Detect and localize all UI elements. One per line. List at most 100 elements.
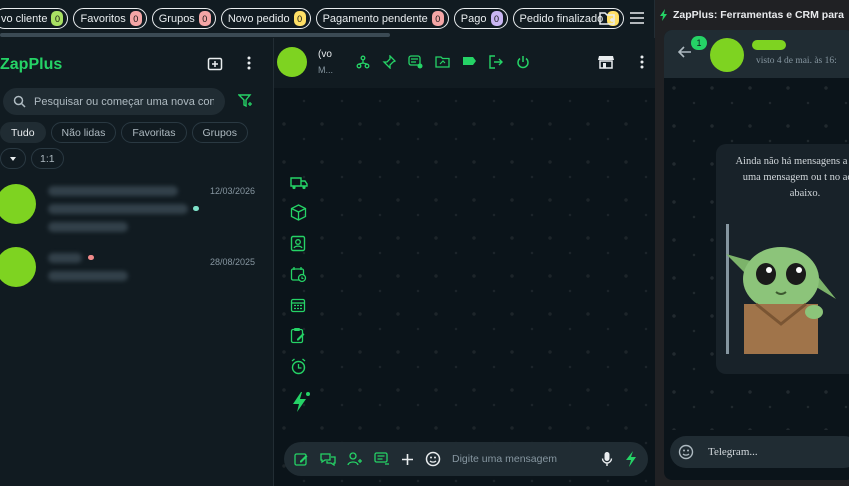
tag-count: 0 — [293, 11, 306, 26]
tag-label: Pagamento pendente — [322, 12, 428, 25]
filter-icon[interactable] — [238, 94, 253, 108]
chat-tag-redacted — [48, 222, 128, 232]
tag-list: vo cliente 0 Favoritos 0 Grupos 0 Novo pedi… — [0, 8, 625, 29]
sidebar-header: ZapPlus — [0, 46, 273, 86]
tag-pagamento-pendente[interactable]: Pagamento pendente 0 — [315, 8, 449, 29]
search-box[interactable] — [3, 88, 225, 115]
extension-title: ZapPlus: Ferramentas e CRM para — [673, 9, 844, 21]
brand-title: ZapPlus — [0, 56, 63, 73]
back-arrow-icon[interactable] — [678, 46, 692, 58]
edit-note-icon[interactable] — [294, 452, 309, 467]
chip-dropdown[interactable] — [0, 148, 26, 169]
label-icon[interactable] — [462, 55, 477, 69]
truck-icon[interactable] — [290, 176, 310, 190]
contact-card-icon[interactable] — [290, 235, 310, 252]
message-input[interactable] — [452, 453, 590, 465]
new-chat-icon[interactable] — [207, 56, 223, 72]
tag-grupos[interactable]: Grupos 0 — [151, 8, 216, 29]
chat-tag-dot — [88, 255, 94, 260]
chat-preview-redacted — [48, 204, 188, 214]
chip-favorites[interactable]: Favoritas — [121, 122, 187, 143]
chip-all[interactable]: Tudo — [0, 122, 46, 143]
message-composer — [284, 442, 648, 476]
plus-icon[interactable] — [401, 453, 414, 466]
chats-icon[interactable] — [320, 452, 336, 466]
more-options-icon[interactable] — [640, 55, 644, 69]
bolt-icon[interactable] — [624, 450, 638, 468]
tag-label: Pago — [460, 12, 487, 25]
funnel-icon[interactable] — [356, 55, 370, 69]
alarm-icon[interactable] — [290, 358, 310, 375]
wave-sticker[interactable] — [726, 224, 836, 354]
header-tools — [356, 55, 530, 69]
zapplus-bolt-icon — [659, 8, 669, 22]
microphone-icon[interactable] — [601, 451, 613, 467]
last-seen: visto 4 de mai. às 16: — [756, 56, 837, 66]
filter-chips: Tudo Não lidas Favoritas Grupos — [0, 122, 248, 143]
chat-date: 12/03/2026 — [209, 186, 255, 196]
chat-preview-redacted — [48, 271, 128, 281]
zapplus-bolt-icon[interactable] — [290, 391, 310, 413]
folder-share-icon[interactable] — [435, 55, 450, 69]
tag-count: 0 — [198, 11, 211, 26]
exit-icon[interactable] — [489, 55, 504, 69]
unread-badge: 1 — [691, 36, 707, 50]
quick-reply-icon[interactable] — [408, 55, 423, 69]
tagbar-actions — [599, 10, 645, 26]
chat-list-panel: ZapPlus Tudo Não lidas Favoritas Grupos … — [0, 38, 273, 486]
package-icon[interactable] — [290, 204, 310, 221]
tag-label: Grupos — [158, 12, 195, 25]
menu-icon[interactable] — [629, 11, 645, 25]
extension-chat-frame: 1 visto 4 de mai. às 16: Ainda não há me… — [664, 30, 849, 480]
avatar — [0, 184, 36, 224]
caret-down-icon — [10, 156, 16, 161]
contact-avatar[interactable] — [710, 38, 744, 72]
emoji-icon[interactable] — [678, 444, 694, 460]
tag-scrollbar[interactable] — [0, 33, 390, 37]
chat-wallpaper — [274, 38, 655, 486]
tag-novo-pedido[interactable]: Novo pedido 0 — [220, 8, 311, 29]
extension-message-input[interactable] — [708, 446, 828, 458]
conversation-header: (vo M... — [274, 38, 655, 88]
tag-label: Favoritos — [80, 12, 126, 25]
sticker-icon[interactable] — [425, 451, 441, 467]
contact-name[interactable]: (vo — [318, 49, 332, 60]
calendar-icon[interactable] — [290, 297, 310, 313]
search-icon — [13, 95, 26, 108]
chip-one-to-one[interactable]: 1:1 — [31, 148, 64, 169]
header-actions — [598, 55, 644, 69]
add-folder-icon[interactable] — [599, 10, 617, 26]
avatar — [0, 247, 36, 287]
side-toolbar — [290, 176, 310, 413]
tag-count: 0 — [51, 11, 64, 26]
contact-status: M... — [318, 65, 333, 75]
clipboard-edit-icon[interactable] — [290, 327, 310, 344]
tag-favoritos[interactable]: Favoritos 0 — [73, 8, 147, 29]
chat-item[interactable]: 12/03/2026 — [0, 184, 273, 246]
more-options-icon[interactable] — [247, 56, 251, 72]
tag-bar: vo cliente 0 Favoritos 0 Grupos 0 Novo pedi… — [0, 0, 655, 38]
store-icon[interactable] — [598, 55, 614, 69]
sort-chips: 1:1 — [0, 148, 64, 169]
tag-count: 0 — [129, 11, 142, 26]
tag-count: 0 — [490, 11, 503, 26]
sidebar-header-actions — [207, 56, 251, 72]
chat-date: 28/08/2025 — [209, 257, 255, 267]
chip-unread[interactable]: Não lidas — [50, 122, 117, 143]
empty-chat-message: Ainda não há mensagens a Envie uma mensa… — [735, 156, 849, 199]
contact-avatar[interactable] — [277, 47, 307, 77]
chat-name-redacted — [48, 253, 82, 263]
tag-label: Novo pedido — [227, 12, 290, 25]
chip-groups[interactable]: Grupos — [191, 122, 248, 143]
add-user-icon[interactable] — [347, 452, 363, 466]
tag-pago[interactable]: Pago 0 — [453, 8, 508, 29]
chat-item[interactable]: 28/08/2025 — [0, 247, 273, 309]
power-icon[interactable] — [516, 55, 530, 69]
search-input[interactable] — [34, 95, 214, 108]
extension-chat-header: 1 visto 4 de mai. às 16: — [664, 30, 849, 78]
tag-novo-cliente[interactable]: vo cliente 0 — [0, 8, 69, 29]
contact-name-redacted — [752, 40, 786, 50]
template-message-icon[interactable] — [374, 452, 390, 466]
pin-icon[interactable] — [382, 55, 396, 69]
schedule-icon[interactable] — [290, 266, 310, 283]
